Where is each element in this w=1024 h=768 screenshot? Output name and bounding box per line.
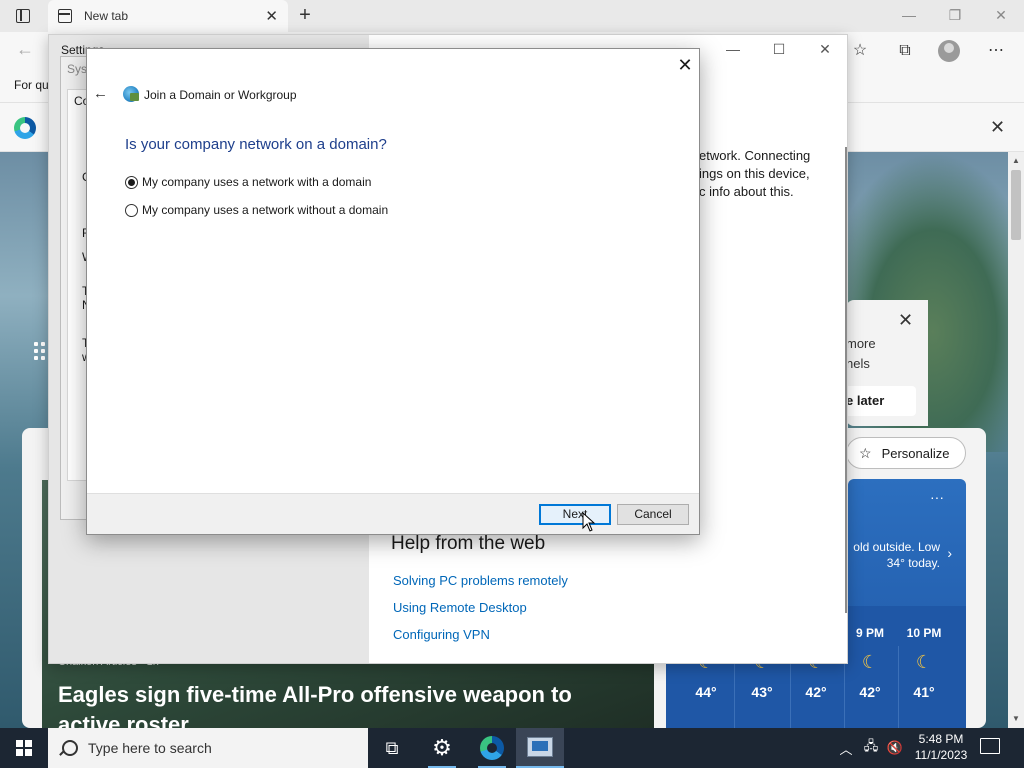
cancel-button[interactable]: Cancel	[617, 504, 689, 525]
browser-restore-button[interactable]: ❐	[932, 0, 978, 32]
help-from-web-title: Help from the web	[391, 533, 546, 554]
forecast-hour: 10 PM ☾ 41°	[898, 606, 950, 700]
edge-logo-icon	[14, 117, 36, 139]
mouse-cursor-icon	[582, 512, 596, 532]
settings-minimize-button[interactable]: —	[713, 41, 753, 57]
search-icon	[62, 740, 78, 756]
radio-option-without-domain[interactable]: My company uses a network without a doma…	[125, 203, 388, 217]
next-button[interactable]: Next	[539, 504, 611, 525]
info-bar-close-icon[interactable]: ✕	[990, 117, 1005, 138]
notification-center-icon[interactable]	[980, 738, 1000, 754]
settings-maximize-button[interactable]: ☐	[759, 41, 799, 58]
system-properties-taskbar-button[interactable]	[516, 728, 564, 768]
taskbar: Type here to search ⧉ ⚙ ︿ 🖧 🔇 5:48 PM 11…	[0, 728, 1024, 768]
help-link-remote-desktop[interactable]: Using Remote Desktop	[393, 600, 527, 615]
dialog-title: Join a Domain or Workgroup	[144, 88, 297, 102]
popup-later-button[interactable]: e later	[846, 386, 916, 416]
system-properties-title: Sys	[67, 62, 88, 76]
radio-label[interactable]: My company uses a network with a domain	[142, 175, 371, 189]
system-icon	[527, 737, 553, 757]
help-link-configuring-vpn[interactable]: Configuring VPN	[393, 627, 490, 642]
page-scrollbar[interactable]: ▲ ▼	[1008, 152, 1024, 728]
scroll-down-icon[interactable]: ▼	[1011, 714, 1021, 723]
join-domain-dialog: ✕ ← Join a Domain or Workgroup Is your c…	[86, 48, 700, 535]
browser-tab-bar: New tab ✕ + — ❐ ✕	[0, 0, 1024, 32]
personalize-icon: ☆	[859, 444, 872, 461]
moon-icon: ☾	[915, 652, 933, 672]
new-tab-button[interactable]: +	[294, 4, 316, 26]
volume-muted-icon[interactable]: 🔇	[884, 728, 906, 768]
dialog-close-icon[interactable]: ✕	[675, 55, 695, 75]
network-icon[interactable]: 🖧	[860, 728, 882, 768]
moon-icon: ☾	[861, 652, 879, 672]
profile-avatar[interactable]	[938, 40, 960, 62]
start-button[interactable]	[0, 728, 48, 768]
settings-taskbar-button[interactable]: ⚙	[418, 728, 466, 768]
settings-scrollbar[interactable]	[845, 147, 847, 613]
task-view-button[interactable]: ⧉	[368, 728, 416, 768]
popup-close-icon[interactable]: ✕	[898, 310, 913, 331]
task-view-icon: ⧉	[385, 737, 399, 758]
popup-text: more nels	[846, 336, 876, 371]
weather-description: old outside. Low 34° today.	[853, 540, 940, 570]
collections-icon[interactable]: ⧉	[893, 40, 917, 62]
scrollbar-thumb[interactable]	[1011, 170, 1021, 240]
edge-taskbar-button[interactable]	[468, 728, 516, 768]
tab-actions-icon[interactable]	[8, 5, 38, 27]
back-arrow-icon[interactable]: ←	[93, 86, 109, 102]
weather-more-icon[interactable]: ···	[930, 489, 944, 505]
taskbar-search-box[interactable]: Type here to search	[48, 728, 368, 768]
chevron-right-icon[interactable]: ›	[947, 545, 952, 561]
taskbar-clock[interactable]: 5:48 PM 11/1/2023	[908, 731, 974, 763]
tray-overflow-icon[interactable]: ︿	[836, 728, 856, 768]
edge-icon	[480, 736, 504, 760]
search-placeholder: Type here to search	[88, 740, 212, 756]
gear-icon: ⚙	[432, 735, 452, 760]
radio-button[interactable]	[125, 203, 138, 217]
windows-logo-icon	[16, 740, 32, 756]
back-arrow-icon[interactable]: ←	[16, 39, 34, 60]
browser-tab[interactable]: New tab ✕	[48, 0, 288, 32]
clock-date: 11/1/2023	[914, 748, 968, 762]
radio-option-with-domain[interactable]: My company uses a network with a domain	[125, 175, 371, 189]
apps-launcher-icon[interactable]	[34, 342, 46, 360]
help-link-solving-pc[interactable]: Solving PC problems remotely	[393, 573, 568, 588]
browser-minimize-button[interactable]: —	[886, 0, 932, 32]
browser-close-button[interactable]: ✕	[978, 0, 1024, 32]
new-tab-page-icon	[58, 9, 72, 23]
radio-button-selected[interactable]	[125, 175, 138, 189]
tab-close-icon[interactable]: ✕	[265, 7, 278, 25]
dialog-footer: Next Cancel	[87, 493, 699, 534]
radio-label[interactable]: My company uses a network without a doma…	[142, 203, 388, 217]
favorites-icon[interactable]: ☆	[848, 40, 872, 62]
settings-close-button[interactable]: ✕	[805, 41, 845, 58]
personalize-button[interactable]: ☆ Personalize	[846, 437, 966, 469]
clock-time: 5:48 PM	[918, 732, 964, 746]
tab-title: New tab	[84, 9, 129, 23]
favorites-bar-text[interactable]: For qu	[14, 78, 49, 92]
more-options-icon[interactable]: ⋯	[984, 40, 1008, 62]
notification-popup: ✕ more nels e later	[846, 300, 928, 426]
network-globe-icon	[123, 86, 139, 102]
scroll-up-icon[interactable]: ▲	[1011, 156, 1021, 165]
settings-description: etwork. Connecting ings on this device, …	[699, 148, 811, 199]
personalize-label: Personalize	[881, 445, 950, 461]
forecast-hour: 9 PM ☾ 42°	[844, 606, 896, 700]
dialog-question: Is your company network on a domain?	[125, 136, 387, 153]
